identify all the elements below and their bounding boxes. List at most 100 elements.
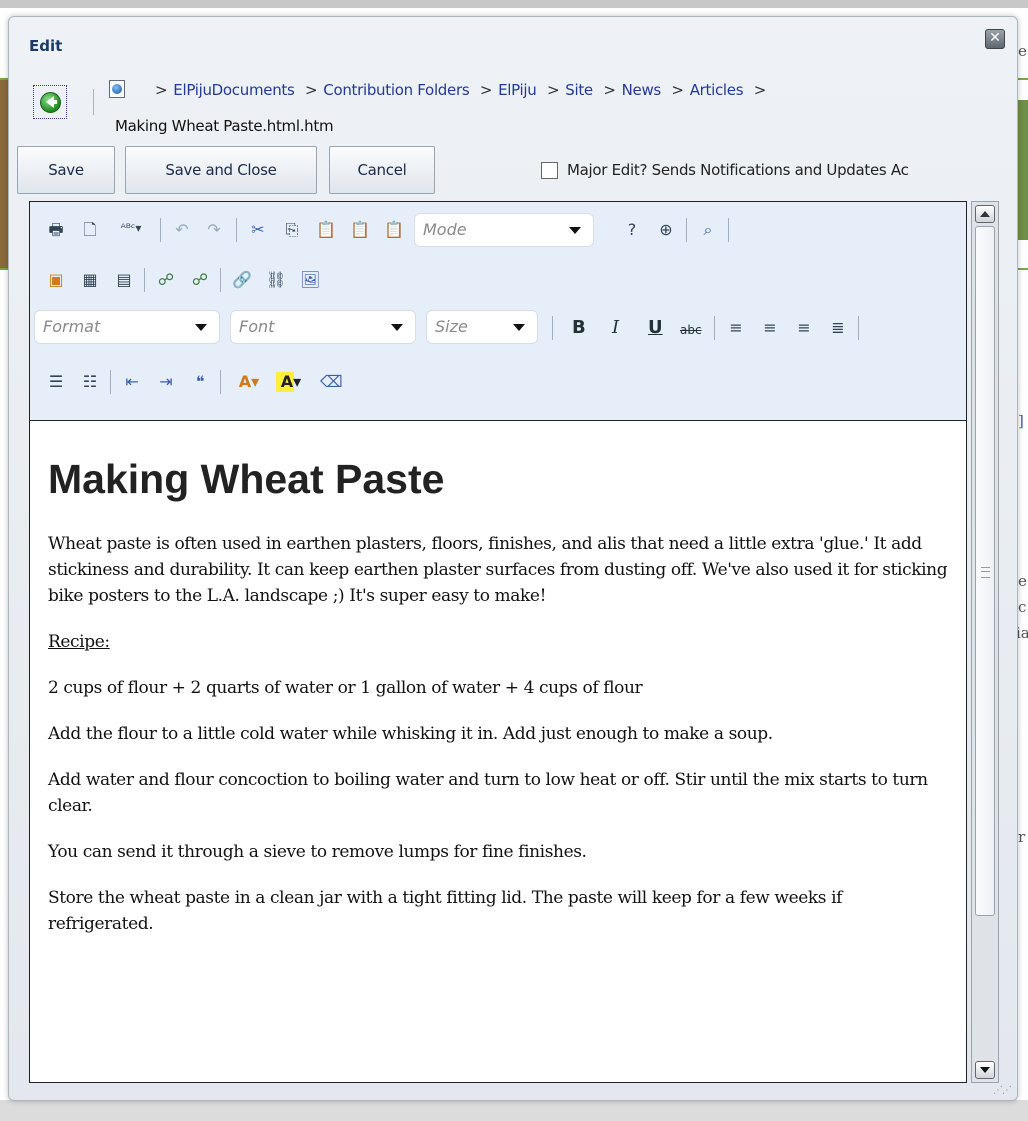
grip-icon bbox=[981, 567, 990, 578]
outdent-icon[interactable]: ⇤ bbox=[122, 372, 142, 392]
blockquote-icon[interactable]: ❝ bbox=[190, 372, 210, 392]
save-button[interactable]: Save bbox=[17, 146, 115, 194]
strikethrough-button[interactable]: abc bbox=[680, 320, 702, 340]
font-select[interactable]: Font bbox=[230, 310, 416, 344]
bold-button[interactable]: B bbox=[572, 318, 586, 338]
breadcrumb-separator: > bbox=[753, 81, 767, 99]
table-icon[interactable]: ▦ bbox=[80, 270, 100, 290]
font-select-placeholder: Font bbox=[239, 317, 275, 336]
cut-icon[interactable]: ✂ bbox=[248, 220, 268, 240]
insert-link-icon[interactable]: ☍ bbox=[156, 270, 176, 290]
chevron-down-icon bbox=[391, 324, 403, 331]
major-edit-checkbox[interactable] bbox=[541, 162, 558, 179]
paste-word-icon[interactable]: 📋 bbox=[384, 220, 404, 240]
back-button[interactable] bbox=[33, 85, 67, 119]
edit-dialog: Edit ✕ > ElPijuDocuments > Contribution Fo… bbox=[8, 16, 1018, 1101]
close-icon[interactable]: ✕ bbox=[985, 29, 1005, 49]
numbered-list-icon[interactable]: ☰ bbox=[46, 372, 66, 392]
article-paragraph: Add water and flour concoction to boilin… bbox=[48, 770, 928, 816]
insert-image-icon[interactable]: 🖼 bbox=[300, 270, 320, 290]
paste-icon[interactable]: 📋 bbox=[316, 220, 336, 240]
spellcheck-icon[interactable]: ᴬᴮᶜ▾ bbox=[114, 218, 148, 238]
divider bbox=[93, 89, 94, 115]
align-justify-icon[interactable]: ≣ bbox=[828, 318, 848, 338]
breadcrumb-item[interactable]: Contribution Folders bbox=[323, 81, 469, 99]
breadcrumb-current-file: Making Wheat Paste.html.htm bbox=[115, 117, 334, 135]
background-text: c bbox=[1018, 598, 1027, 616]
article-paragraph: Store the wheat paste in a clean jar wit… bbox=[48, 888, 843, 934]
preview-icon[interactable]: 🗋 bbox=[80, 220, 100, 240]
find-icon[interactable]: ⌕ bbox=[698, 220, 718, 240]
maximize-icon[interactable]: ⊕ bbox=[656, 220, 676, 240]
help-icon[interactable]: ? bbox=[622, 220, 642, 240]
back-arrow-icon bbox=[40, 92, 61, 113]
background-text: e bbox=[1018, 42, 1027, 60]
breadcrumb-item[interactable]: ElPijuDocuments bbox=[173, 81, 295, 99]
format-select-placeholder: Format bbox=[43, 317, 101, 336]
chevron-down-icon bbox=[195, 324, 207, 331]
background-image-edge bbox=[1018, 100, 1028, 240]
major-edit-label: Major Edit? Sends Notifications and Upda… bbox=[567, 161, 909, 179]
bulleted-list-icon[interactable]: ☷ bbox=[80, 372, 100, 392]
remove-link-icon[interactable]: ☍ bbox=[190, 270, 210, 290]
link-icon[interactable]: 🔗 bbox=[232, 270, 252, 290]
article-paragraph: You can send it through a sieve to remov… bbox=[48, 842, 587, 862]
italic-button[interactable]: I bbox=[612, 318, 619, 338]
article-heading: Making Wheat Paste bbox=[48, 456, 445, 502]
breadcrumb-item[interactable]: Site bbox=[565, 81, 593, 99]
editor-scrollbar[interactable] bbox=[971, 201, 999, 1083]
editor-toolbar: 🖶 🗋 ᴬᴮᶜ▾ ↶ ↷ ✂ ⎘ 📋 📋 📋 Mode ? ⊕ ⌕ ▣ ▦ ▤ … bbox=[30, 202, 966, 421]
chevron-down-icon bbox=[569, 227, 581, 234]
print-icon[interactable]: 🖶 bbox=[46, 220, 66, 240]
unlink-icon[interactable]: ⛓ bbox=[266, 270, 286, 290]
article-paragraph: 2 cups of flour + 2 quarts of water or 1… bbox=[48, 678, 643, 698]
breadcrumb-item[interactable]: News bbox=[622, 81, 662, 99]
breadcrumb: > ElPijuDocuments > Contribution Folders >… bbox=[149, 79, 989, 101]
text-color-icon[interactable]: A▾ bbox=[234, 372, 264, 392]
save-and-close-button[interactable]: Save and Close bbox=[125, 146, 317, 194]
scroll-down-icon[interactable] bbox=[975, 1061, 995, 1079]
undo-icon[interactable]: ↶ bbox=[172, 220, 192, 240]
document-icon bbox=[109, 80, 125, 98]
article-paragraph: Wheat paste is often used in earthen pla… bbox=[48, 534, 948, 606]
chevron-down-icon bbox=[513, 324, 525, 331]
article-paragraph: Add the flour to a little cold water whi… bbox=[48, 724, 773, 744]
resize-grip-icon[interactable]: ⋰⋰ bbox=[993, 1085, 1012, 1096]
breadcrumb-separator: > bbox=[155, 81, 168, 99]
mode-select[interactable]: Mode bbox=[414, 213, 594, 247]
background-text: r bbox=[1018, 828, 1026, 846]
editor-content[interactable]: Making Wheat Paste Wheat paste is often … bbox=[30, 421, 966, 1082]
background-footer bbox=[0, 1100, 1028, 1121]
image-icon[interactable]: ▣ bbox=[46, 270, 66, 290]
breadcrumb-item[interactable]: Articles bbox=[690, 81, 744, 99]
align-right-icon[interactable]: ≡ bbox=[794, 318, 814, 338]
recipe-label: Recipe: bbox=[48, 632, 110, 652]
size-select-placeholder: Size bbox=[435, 317, 468, 336]
mode-select-placeholder: Mode bbox=[423, 220, 467, 239]
breadcrumb-separator: > bbox=[479, 81, 493, 99]
breadcrumb-separator: > bbox=[603, 81, 616, 99]
size-select[interactable]: Size bbox=[426, 310, 538, 344]
cancel-button[interactable]: Cancel bbox=[329, 146, 435, 194]
copy-icon[interactable]: ⎘ bbox=[282, 220, 302, 240]
underline-button[interactable]: U bbox=[648, 318, 663, 338]
paste-text-icon[interactable]: 📋 bbox=[350, 220, 370, 240]
background-color-icon[interactable]: A▾ bbox=[276, 372, 306, 392]
horizontal-rule-icon[interactable]: ▤ bbox=[114, 270, 134, 290]
eraser-icon[interactable]: ⌫ bbox=[320, 372, 343, 392]
align-left-icon[interactable]: ≡ bbox=[726, 318, 746, 338]
indent-icon[interactable]: ⇥ bbox=[156, 372, 176, 392]
redo-icon[interactable]: ↷ bbox=[204, 220, 224, 240]
breadcrumb-item[interactable]: ElPiju bbox=[498, 81, 537, 99]
rich-text-editor: 🖶 🗋 ᴬᴮᶜ▾ ↶ ↷ ✂ ⎘ 📋 📋 📋 Mode ? ⊕ ⌕ ▣ ▦ ▤ … bbox=[29, 201, 967, 1083]
format-select[interactable]: Format bbox=[34, 310, 220, 344]
background-text: e bbox=[1018, 572, 1027, 590]
background-topbar bbox=[0, 0, 1028, 8]
align-center-icon[interactable]: ≡ bbox=[760, 318, 780, 338]
scroll-up-icon[interactable] bbox=[975, 205, 995, 223]
breadcrumb-separator: > bbox=[546, 81, 560, 99]
breadcrumb-separator: > bbox=[304, 81, 318, 99]
dialog-title: Edit bbox=[29, 37, 63, 55]
background-text: ] bbox=[1018, 412, 1024, 430]
scrollbar-thumb[interactable] bbox=[975, 226, 995, 916]
